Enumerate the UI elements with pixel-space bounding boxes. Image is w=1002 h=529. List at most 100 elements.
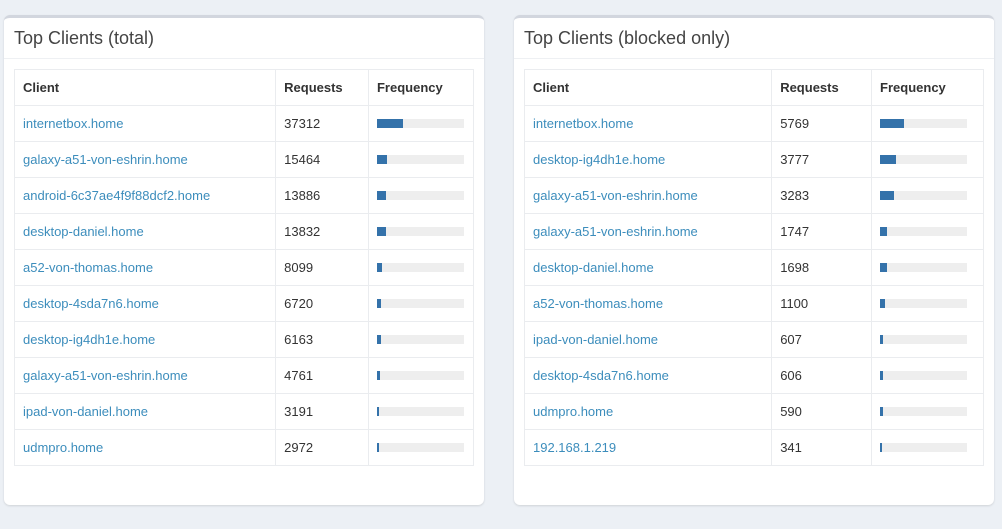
frequency-cell (367, 177, 475, 214)
frequency-bar-fill (376, 335, 381, 344)
frequency-bar-track (376, 263, 464, 272)
table-body: internetbox.home 37312 galaxy-a51-von-eshr… (13, 105, 475, 466)
client-link[interactable]: ipad-von-daniel.home (23, 404, 148, 419)
requests-cell: 15464 (275, 141, 369, 178)
client-link[interactable]: internetbox.home (23, 116, 123, 131)
requests-cell: 3283 (771, 177, 873, 214)
frequency-cell (871, 213, 984, 250)
client-link[interactable]: desktop-ig4dh1e.home (533, 152, 665, 167)
frequency-bar-track (376, 299, 464, 308)
client-link[interactable]: galaxy-a51-von-eshrin.home (23, 368, 188, 383)
requests-cell: 607 (771, 321, 873, 358)
client-cell: internetbox.home (523, 105, 773, 142)
client-cell: a52-von-thomas.home (523, 285, 773, 322)
table-row: internetbox.home 5769 (523, 105, 984, 142)
client-column-header: Client (523, 69, 773, 106)
top-clients-blocked-panel: Top Clients (blocked only) Client Reques… (514, 15, 994, 505)
frequency-bar-fill (880, 407, 883, 416)
client-cell: desktop-daniel.home (13, 213, 277, 250)
requests-cell: 3777 (771, 141, 873, 178)
table-row: a52-von-thomas.home 8099 (13, 249, 475, 286)
table-wrapper: Client Requests Frequency internetbox.ho… (13, 69, 475, 466)
table-header-row: Client Requests Frequency (523, 69, 984, 106)
client-cell: android-6c37ae4f9f88dcf2.home (13, 177, 277, 214)
frequency-bar-fill (880, 227, 888, 236)
frequency-bar-fill (880, 191, 894, 200)
requests-cell: 13886 (275, 177, 369, 214)
requests-cell: 5769 (771, 105, 873, 142)
frequency-bar-track (376, 407, 464, 416)
client-cell: galaxy-a51-von-eshrin.home (13, 141, 277, 178)
client-link[interactable]: internetbox.home (533, 116, 633, 131)
panel-title: Top Clients (total) (14, 28, 155, 48)
client-link[interactable]: desktop-4sda7n6.home (23, 296, 159, 311)
frequency-cell (871, 357, 984, 394)
client-link[interactable]: desktop-4sda7n6.home (533, 368, 669, 383)
frequency-bar-fill (880, 371, 883, 380)
frequency-cell (871, 177, 984, 214)
table-row: android-6c37ae4f9f88dcf2.home 13886 (13, 177, 475, 214)
frequency-bar-fill (880, 119, 905, 128)
table-row: 192.168.1.219 341 (523, 429, 984, 466)
client-link[interactable]: galaxy-a51-von-eshrin.home (23, 152, 188, 167)
frequency-bar-fill (376, 119, 404, 128)
table-row: galaxy-a51-von-eshrin.home 4761 (13, 357, 475, 394)
frequency-cell (367, 393, 475, 430)
panel-header: Top Clients (total) (4, 18, 484, 59)
frequency-bar-track (880, 119, 968, 128)
frequency-cell (871, 249, 984, 286)
frequency-bar-track (880, 335, 968, 344)
frequency-bar-fill (880, 443, 882, 452)
client-link[interactable]: udmpro.home (533, 404, 613, 419)
frequency-column-header: Frequency (871, 69, 984, 106)
table-header-row: Client Requests Frequency (13, 69, 475, 106)
requests-cell: 590 (771, 393, 873, 430)
top-clients-total-table: Client Requests Frequency internetbox.ho… (13, 69, 475, 466)
client-cell: ipad-von-daniel.home (523, 321, 773, 358)
frequency-cell (871, 321, 984, 358)
frequency-cell (367, 141, 475, 178)
client-link[interactable]: galaxy-a51-von-eshrin.home (533, 224, 698, 239)
table-wrapper: Client Requests Frequency internetbox.ho… (523, 69, 984, 466)
requests-cell: 1100 (771, 285, 873, 322)
frequency-cell (367, 249, 475, 286)
frequency-bar-fill (376, 227, 387, 236)
frequency-cell (871, 429, 984, 466)
frequency-cell (367, 321, 475, 358)
client-link[interactable]: desktop-ig4dh1e.home (23, 332, 155, 347)
client-cell: udmpro.home (13, 429, 277, 466)
client-link[interactable]: 192.168.1.219 (533, 440, 616, 455)
requests-column-header: Requests (771, 69, 873, 106)
client-cell: galaxy-a51-von-eshrin.home (523, 213, 773, 250)
frequency-cell (871, 393, 984, 430)
client-link[interactable]: ipad-von-daniel.home (533, 332, 658, 347)
frequency-bar-track (880, 263, 968, 272)
client-link[interactable]: desktop-daniel.home (23, 224, 144, 239)
panel-header: Top Clients (blocked only) (514, 18, 994, 59)
client-link[interactable]: galaxy-a51-von-eshrin.home (533, 188, 698, 203)
requests-cell: 37312 (275, 105, 369, 142)
requests-cell: 3191 (275, 393, 369, 430)
client-link[interactable]: a52-von-thomas.home (23, 260, 153, 275)
frequency-column-header: Frequency (367, 69, 475, 106)
client-link[interactable]: android-6c37ae4f9f88dcf2.home (23, 188, 210, 203)
frequency-bar-track (880, 155, 968, 164)
frequency-bar-track (376, 155, 464, 164)
requests-cell: 2972 (275, 429, 369, 466)
frequency-bar-track (880, 191, 968, 200)
frequency-bar-track (376, 227, 464, 236)
client-link[interactable]: a52-von-thomas.home (533, 296, 663, 311)
frequency-bar-fill (376, 299, 382, 308)
requests-cell: 6720 (275, 285, 369, 322)
frequency-bar-fill (376, 155, 388, 164)
requests-cell: 1747 (771, 213, 873, 250)
frequency-bar-fill (880, 335, 883, 344)
panel-title: Top Clients (blocked only) (524, 28, 731, 48)
frequency-bar-track (376, 119, 464, 128)
table-row: ipad-von-daniel.home 3191 (13, 393, 475, 430)
client-cell: a52-von-thomas.home (13, 249, 277, 286)
frequency-bar-track (880, 299, 968, 308)
frequency-bar-track (880, 443, 968, 452)
client-link[interactable]: desktop-daniel.home (533, 260, 654, 275)
client-link[interactable]: udmpro.home (23, 440, 103, 455)
